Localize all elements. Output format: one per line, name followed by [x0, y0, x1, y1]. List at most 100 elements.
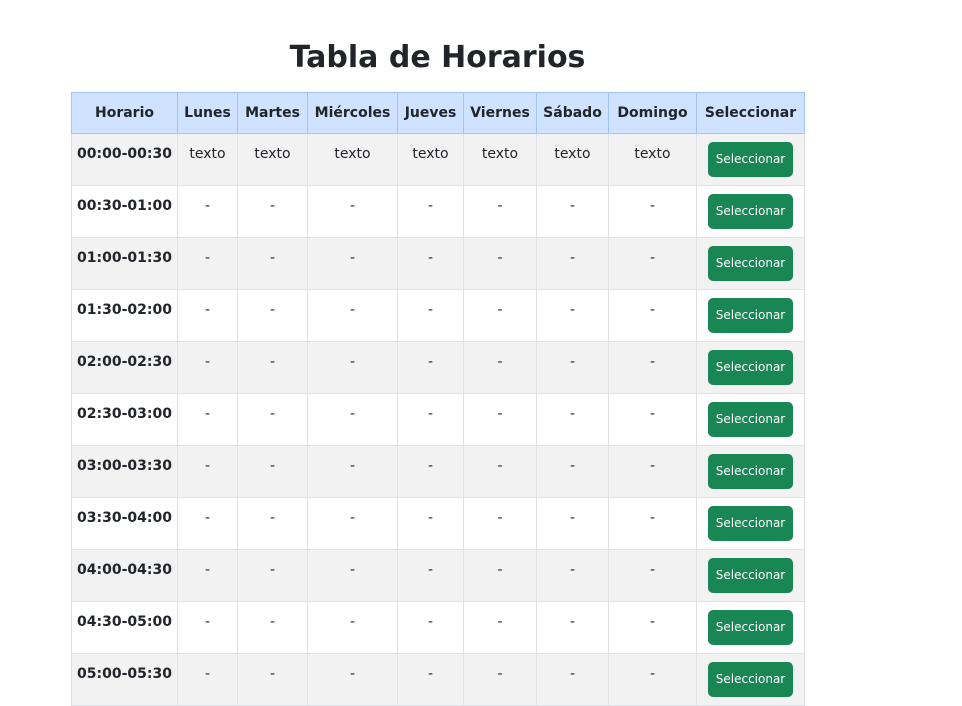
schedule-cell-text: - [204, 614, 211, 630]
select-button[interactable]: Seleccionar [708, 350, 793, 385]
schedule-cell-text: - [269, 510, 276, 526]
schedule-cell-text: - [427, 614, 434, 630]
schedule-cell-text: - [427, 562, 434, 578]
schedule-cell-lunes: - [177, 549, 238, 602]
select-button[interactable]: Seleccionar [708, 142, 793, 177]
schedule-cell-text: - [269, 302, 276, 318]
schedule-cell-text: - [649, 458, 656, 474]
time-slot-cell: 05:00-05:30 [71, 653, 178, 706]
schedule-cell-viernes: - [463, 549, 537, 602]
table-row: 04:30-05:00 - - - - - - - Seleccionar [71, 601, 805, 654]
time-slot-label: 04:30-05:00 [77, 614, 172, 630]
time-slot-label: 03:00-03:30 [77, 458, 172, 474]
table-row: 05:00-05:30 - - - - - - - Seleccionar [71, 653, 805, 706]
schedule-cell-text: - [204, 510, 211, 526]
schedule-cell-text: - [569, 250, 576, 266]
schedule-cell-text: - [349, 198, 356, 214]
schedule-cell-text: - [349, 666, 356, 682]
schedule-cell-text: - [649, 562, 656, 578]
schedule-cell-sabado: - [536, 549, 609, 602]
schedule-cell-text: - [427, 666, 434, 682]
schedule-cell-viernes: - [463, 289, 537, 342]
schedule-cell-jueves: - [397, 549, 464, 602]
schedule-cell-miercoles: - [307, 237, 398, 290]
select-button[interactable]: Seleccionar [708, 454, 793, 489]
select-cell: Seleccionar [696, 601, 805, 654]
table-row: 04:00-04:30 - - - - - - - Seleccionar [71, 549, 805, 602]
table-row: 01:00-01:30 - - - - - - - Seleccionar [71, 237, 805, 290]
select-button[interactable]: Seleccionar [708, 610, 793, 645]
schedule-cell-martes: - [237, 549, 308, 602]
schedule-cell-text: - [569, 458, 576, 474]
schedule-cell-text: - [649, 510, 656, 526]
time-slot-label: 00:30-01:00 [77, 198, 172, 214]
schedule-cell-text: - [349, 614, 356, 630]
select-button[interactable]: Seleccionar [708, 402, 793, 437]
schedule-cell-jueves: - [397, 237, 464, 290]
schedule-cell-jueves: - [397, 341, 464, 394]
schedule-cell-text: - [497, 666, 503, 682]
schedule-cell-text: - [349, 458, 356, 474]
schedule-cell-domingo: - [608, 185, 697, 238]
schedule-cell-miercoles: - [307, 289, 398, 342]
schedule-cell-text: - [569, 198, 576, 214]
select-cell: Seleccionar [696, 653, 805, 706]
schedule-cell-text: - [269, 250, 276, 266]
schedule-cell-jueves: - [397, 653, 464, 706]
header-horario: Horario [71, 92, 178, 134]
schedule-cell-viernes: - [463, 497, 537, 550]
schedule-cell-text: - [269, 198, 276, 214]
schedule-cell-text: - [204, 562, 211, 578]
schedule-cell-domingo: - [608, 393, 697, 446]
schedule-cell-domingo: texto [608, 133, 697, 186]
select-button[interactable]: Seleccionar [708, 298, 793, 333]
schedule-cell-viernes: - [463, 185, 537, 238]
schedule-cell-sabado: - [536, 289, 609, 342]
schedule-cell-sabado: - [536, 653, 609, 706]
schedule-cell-text: - [269, 614, 276, 630]
schedule-cell-text: texto [189, 146, 226, 162]
schedule-cell-text: - [497, 458, 503, 474]
schedule-cell-jueves: - [397, 393, 464, 446]
select-button[interactable]: Seleccionar [708, 662, 793, 697]
schedule-cell-domingo: - [608, 289, 697, 342]
schedule-cell-miercoles: - [307, 497, 398, 550]
schedule-cell-text: - [204, 458, 211, 474]
schedule-cell-miercoles: - [307, 341, 398, 394]
time-slot-label: 05:00-05:30 [77, 666, 172, 682]
time-slot-cell: 04:00-04:30 [71, 549, 178, 602]
select-cell: Seleccionar [696, 497, 805, 550]
schedule-cell-text: - [569, 614, 576, 630]
time-slot-label: 04:00-04:30 [77, 562, 172, 578]
schedule-cell-lunes: - [177, 653, 238, 706]
schedule-cell-text: - [649, 250, 656, 266]
schedule-cell-text: - [427, 354, 434, 370]
schedule-cell-text: - [649, 614, 656, 630]
time-slot-cell: 02:30-03:00 [71, 393, 178, 446]
schedule-cell-martes: - [237, 289, 308, 342]
schedule-cell-text: - [349, 510, 356, 526]
time-slot-cell: 00:00-00:30 [71, 133, 178, 186]
schedule-cell-lunes: - [177, 393, 238, 446]
schedule-cell-martes: - [237, 601, 308, 654]
time-slot-label: 03:30-04:00 [77, 510, 172, 526]
schedule-cell-text: texto [554, 146, 591, 162]
schedule-cell-text: - [569, 354, 576, 370]
header-viernes: Viernes [463, 92, 537, 134]
schedule-cell-domingo: - [608, 497, 697, 550]
schedule-cell-viernes: - [463, 445, 537, 498]
schedule-cell-viernes: - [463, 653, 537, 706]
header-sabado: Sábado [536, 92, 609, 134]
schedule-cell-text: - [349, 562, 356, 578]
header-domingo: Domingo [608, 92, 697, 134]
select-button[interactable]: Seleccionar [708, 194, 793, 229]
schedule-cell-text: - [569, 510, 576, 526]
select-button[interactable]: Seleccionar [708, 506, 793, 541]
schedule-cell-domingo: - [608, 341, 697, 394]
header-martes: Martes [237, 92, 308, 134]
time-slot-label: 02:30-03:00 [77, 406, 172, 422]
select-button[interactable]: Seleccionar [708, 558, 793, 593]
select-button[interactable]: Seleccionar [708, 246, 793, 281]
schedule-cell-martes: texto [237, 133, 308, 186]
select-cell: Seleccionar [696, 185, 805, 238]
